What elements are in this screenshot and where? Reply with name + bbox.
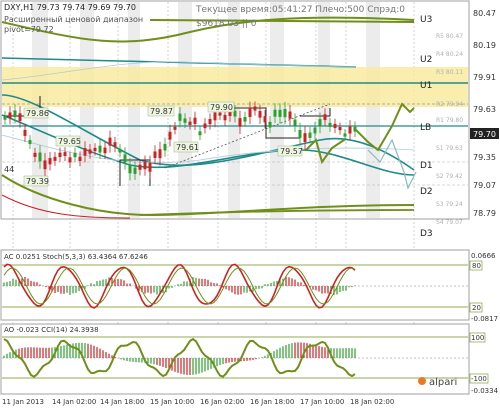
svg-text:100: 100 (471, 334, 484, 342)
svg-text:U2: U2 (420, 55, 432, 65)
price-label: 79.86 (26, 109, 49, 118)
chart-window: 79.86 79.65 79.39 79.87 79.90 79.61 79.5… (0, 0, 500, 408)
svg-text:78.79: 78.79 (473, 209, 496, 218)
alpari-logo-icon (418, 377, 426, 385)
svg-text:15 Jan 10:00: 15 Jan 10:00 (150, 398, 194, 406)
svg-text:D3: D3 (420, 229, 433, 239)
price-label: 79.65 (58, 137, 81, 146)
svg-text:U1: U1 (420, 81, 432, 91)
svg-text:14 Jan 18:00: 14 Jan 18:00 (100, 398, 144, 406)
svg-text:R4 80.24: R4 80.24 (436, 51, 463, 58)
ao-right-ticks: 100 -100 -0.0334 (469, 332, 499, 395)
ac-right-ticks: 0.0666 80 20 -0.0817 (469, 252, 498, 323)
svg-text:79.91: 79.91 (473, 73, 496, 82)
chart-canvas: 79.86 79.65 79.39 79.87 79.90 79.61 79.5… (0, 0, 499, 406)
svg-text:S4 79.07: S4 79.07 (436, 219, 463, 226)
svg-text:LB: LB (420, 123, 431, 133)
current-price: 79.70 (473, 130, 496, 139)
svg-text:U3: U3 (420, 15, 432, 25)
svg-text:18 Jan 02:00: 18 Jan 02:00 (350, 398, 394, 406)
svg-text:-100: -100 (471, 375, 487, 383)
indicator-pivot: pivot=79.72 (4, 25, 54, 34)
svg-text:D1: D1 (420, 161, 433, 171)
svg-text:-0.0334: -0.0334 (471, 387, 499, 395)
svg-text:D2: D2 (420, 187, 433, 197)
ac-panel-label: AC 0.0251 Stoch(5,3,3) 63.4364 67.6246 (4, 253, 148, 261)
pivot-band (2, 67, 468, 107)
svg-text:S2 79.42: S2 79.42 (436, 173, 463, 180)
svg-text:16 Jan 18:00: 16 Jan 18:00 (250, 398, 294, 406)
price-axis: 80.47 80.19 79.91 79.63 79.35 79.07 78.7… (470, 9, 499, 218)
svg-text:17 Jan 10:00: 17 Jan 10:00 (300, 398, 344, 406)
svg-text:0.0666: 0.0666 (471, 252, 496, 260)
svg-text:R2 79.94: R2 79.94 (436, 101, 463, 108)
svg-text:14 Jan 02:00: 14 Jan 02:00 (52, 398, 96, 406)
svg-text:16 Jan 02:00: 16 Jan 02:00 (200, 398, 244, 406)
time-axis: 11 Jan 2013 14 Jan 02:00 14 Jan 18:00 15… (2, 398, 394, 406)
svg-text:80.47: 80.47 (473, 9, 496, 18)
symbol-line: DXY,H1 79.73 79.74 79.69 79.70 (4, 3, 136, 12)
balance-line: $9618.03 || 0 (196, 19, 257, 29)
svg-text:-0.0817: -0.0817 (471, 315, 498, 323)
svg-text:S1 79.63: S1 79.63 (436, 145, 463, 152)
svg-text:11 Jan 2013: 11 Jan 2013 (2, 398, 44, 406)
price-label: 79.39 (26, 177, 49, 186)
indicator-name: Расширенный ценовой диапазон (4, 15, 143, 24)
price-label: 79.61 (176, 143, 199, 152)
svg-text:R5 80.47: R5 80.47 (436, 33, 463, 40)
svg-text:79.35: 79.35 (473, 153, 496, 162)
price-label: 79.90 (210, 103, 233, 112)
svg-text:20: 20 (472, 304, 481, 312)
price-label: 79.87 (150, 107, 173, 116)
svg-text:R1 79.80: R1 79.80 (436, 117, 463, 124)
svg-text:R3 80.11: R3 80.11 (436, 69, 463, 76)
svg-text:S3 79.24: S3 79.24 (436, 201, 463, 208)
price-label: 79.57 (280, 147, 303, 156)
price-label: 44 (4, 165, 14, 174)
svg-text:79.07: 79.07 (473, 181, 496, 190)
svg-text:alpari: alpari (429, 377, 457, 388)
svg-text:80: 80 (472, 262, 481, 270)
svg-text:79.63: 79.63 (473, 105, 496, 114)
ao-panel-label: AO -0.023 CCI(14) 24.3938 (4, 326, 99, 334)
svg-text:80.19: 80.19 (473, 41, 496, 50)
server-time: Текущее время:05:41:27 Плечо:500 Спрэд:0 (195, 5, 405, 15)
